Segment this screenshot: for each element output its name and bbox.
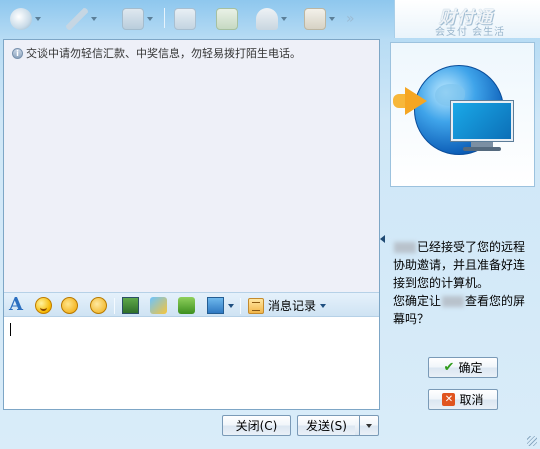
confirm-button-label: 确定 xyxy=(458,361,483,375)
vibrate-icon[interactable] xyxy=(90,297,107,314)
chevron-down-icon[interactable] xyxy=(329,17,335,21)
chevron-down-icon[interactable] xyxy=(35,17,41,21)
chat-panel: i 交谈中请勿轻信汇款、中奖信息，勿轻易拨打陌生电话。 A 消息记录 xyxy=(3,39,380,410)
format-divider xyxy=(240,298,241,314)
redacted-name xyxy=(394,242,416,253)
send-file-icon xyxy=(122,8,144,30)
magic-emoticon-icon[interactable] xyxy=(61,297,78,314)
emoticon-icon[interactable] xyxy=(35,297,52,314)
message-input[interactable] xyxy=(4,318,379,409)
remote-assist-illustration xyxy=(390,42,535,187)
chevron-down-icon[interactable] xyxy=(281,17,287,21)
security-notice: i 交谈中请勿轻信汇款、中奖信息，勿轻易拨打陌生电话。 xyxy=(12,45,301,61)
send-button-label: 发送(S) xyxy=(306,419,347,433)
monitor-icon xyxy=(450,100,514,142)
chevron-down-icon[interactable] xyxy=(91,17,97,21)
chevron-down-icon[interactable] xyxy=(228,304,234,308)
voice-call-icon xyxy=(66,8,88,30)
cancel-button[interactable]: ✕ 取消 xyxy=(428,389,498,410)
contact-info-icon xyxy=(256,8,278,30)
confirm-button[interactable]: ✔ 确定 xyxy=(428,357,498,378)
chevron-down-icon xyxy=(366,423,372,428)
screenshot-icon[interactable] xyxy=(207,297,224,314)
info-icon: i xyxy=(12,47,23,59)
format-divider xyxy=(114,298,115,314)
resize-grip[interactable] xyxy=(527,436,537,446)
message-history-icon xyxy=(248,297,264,314)
message-history[interactable]: i 交谈中请勿轻信汇款、中奖信息，勿轻易拨打陌生电话。 xyxy=(4,40,379,292)
toolbar-overflow-button[interactable]: » xyxy=(346,6,355,32)
apps-button[interactable] xyxy=(304,6,335,32)
overflow-icon: » xyxy=(346,11,355,27)
close-button[interactable]: 关闭(C) xyxy=(222,415,291,436)
send-file-button[interactable] xyxy=(122,6,153,32)
music-icon[interactable] xyxy=(150,297,167,314)
top-toolbar: » xyxy=(0,0,392,38)
format-toolbar: A 消息记录 xyxy=(4,292,379,317)
voice-call-button[interactable] xyxy=(66,6,97,32)
group-chat-button[interactable] xyxy=(216,6,238,32)
security-notice-text: 交谈中请勿轻信汇款、中奖信息，勿轻易拨打陌生电话。 xyxy=(26,47,301,60)
contact-info-button[interactable] xyxy=(256,6,287,32)
chevron-down-icon xyxy=(320,303,327,308)
font-icon[interactable]: A xyxy=(9,296,26,314)
remote-assist-prompt: 已经接受了您的远程协助邀请，并且准备好连接到您的计算机。 您确定让 查看您的屏幕吗… xyxy=(393,238,533,328)
gift-icon[interactable] xyxy=(178,297,195,314)
chevron-down-icon[interactable] xyxy=(147,17,153,21)
send-button[interactable]: 发送(S) xyxy=(297,415,355,436)
close-button-label: 关闭(C) xyxy=(235,419,278,433)
video-call-button[interactable] xyxy=(10,6,41,32)
close-icon: ✕ xyxy=(442,393,456,406)
collapse-panel-icon[interactable] xyxy=(380,235,385,243)
video-call-icon xyxy=(10,8,32,30)
remote-assist-button[interactable] xyxy=(174,6,196,32)
redacted-name xyxy=(442,296,465,307)
message-history-button[interactable]: 消息记录 xyxy=(248,296,327,315)
text-caret xyxy=(10,323,11,336)
cancel-button-label: 取消 xyxy=(459,393,484,407)
monitor-base xyxy=(463,147,501,151)
apps-icon xyxy=(304,8,326,30)
arrow-icon xyxy=(405,87,427,115)
check-icon: ✔ xyxy=(443,360,455,375)
prompt-line-2a: 您确定让 xyxy=(393,294,442,308)
brand-banner[interactable]: 财付通 会支付 会生活 xyxy=(394,0,540,38)
brand-slogan: 会支付 会生活 xyxy=(435,27,506,38)
send-image-icon[interactable] xyxy=(122,297,139,314)
toolbar-divider xyxy=(164,8,165,28)
message-history-label: 消息记录 xyxy=(268,299,317,313)
group-chat-icon xyxy=(216,8,238,30)
send-options-button[interactable] xyxy=(359,415,379,436)
remote-assist-icon xyxy=(174,8,196,30)
